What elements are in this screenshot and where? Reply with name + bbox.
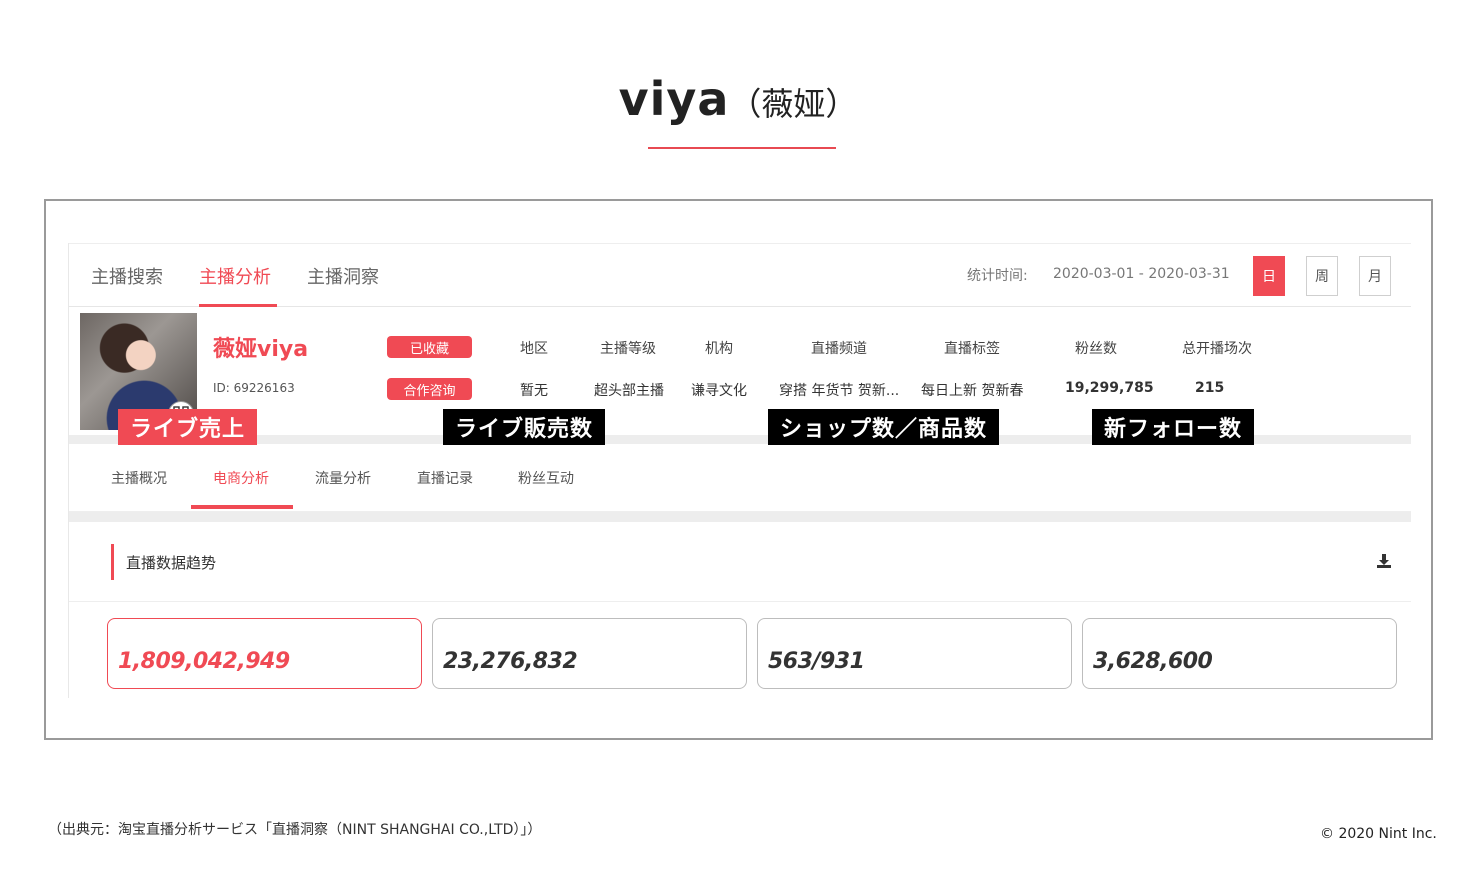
title-underline — [648, 147, 836, 149]
metric-card-live-sales[interactable]: 1,809,042,949 — [107, 618, 422, 689]
slide-title: viya（薇娅） — [0, 72, 1476, 126]
metric-card-live-units[interactable]: 23,276,832 — [432, 618, 747, 689]
tab-anchor-analysis[interactable]: 主播分析 — [199, 263, 271, 289]
live-tags-value: 每日上新 贺新春 — [921, 383, 1024, 399]
slide-title-main: viya — [618, 72, 730, 126]
favorited-button[interactable]: 已收藏 — [387, 336, 472, 358]
live-channel-value: 穿搭 年货节 贺新... — [779, 383, 900, 399]
live-channel-header: 直播频道 — [811, 341, 867, 357]
slide-title-sub: （薇娅） — [729, 85, 858, 123]
agency-header: 机构 — [705, 341, 733, 357]
fans-header: 粉丝数 — [1075, 341, 1117, 357]
metric-value-live-sales: 1,809,042,949 — [118, 649, 290, 674]
period-day-button[interactable]: 日 — [1253, 256, 1285, 296]
stat-time-label: 统计时间: — [967, 268, 1028, 284]
region-value: 暂无 — [520, 383, 548, 399]
top-navigation: 主播搜索 主播分析 主播洞察 统计时间: 2020-03-01 - 2020-0… — [69, 243, 1411, 307]
subtab-live-records[interactable]: 直播记录 — [417, 468, 473, 488]
screenshot-frame: 主播搜索 主播分析 主播洞察 统计时间: 2020-03-01 - 2020-0… — [44, 199, 1433, 740]
period-month-button[interactable]: 月 — [1359, 256, 1391, 296]
subtab-ecommerce[interactable]: 电商分析 — [213, 468, 269, 488]
fans-value: 19,299,785 — [1065, 380, 1154, 396]
metric-card-shops-products[interactable]: 563/931 — [757, 618, 1072, 689]
region-header: 地区 — [520, 341, 548, 357]
subtab-fan-interaction[interactable]: 粉丝互动 — [518, 468, 574, 488]
section-header: 直播数据趋势 — [69, 522, 1411, 602]
section-accent-bar — [111, 544, 114, 580]
app-window: 主播搜索 主播分析 主播洞察 统计时间: 2020-03-01 - 2020-0… — [68, 243, 1411, 698]
subtab-traffic[interactable]: 流量分析 — [315, 468, 371, 488]
label-live-units: ライブ販売数 — [443, 409, 606, 445]
source-footnote: （出典元：淘宝直播分析サービス「直播洞察（NINT SHANGHAI CO.,L… — [48, 822, 542, 838]
tab-anchor-search[interactable]: 主播搜索 — [91, 263, 163, 289]
agency-value: 谦寻文化 — [691, 383, 747, 399]
active-subtab-indicator — [191, 505, 293, 509]
anchor-id: ID: 69226163 — [213, 381, 295, 395]
period-week-button[interactable]: 周 — [1306, 256, 1338, 296]
tab-anchor-insight[interactable]: 主播洞察 — [307, 263, 379, 289]
label-shops-products: ショップ数／商品数 — [768, 409, 1000, 445]
total-sessions-value: 215 — [1195, 380, 1225, 396]
stat-date-range[interactable]: 2020-03-01 - 2020-03-31 — [1053, 266, 1230, 282]
copyright: © 2020 Nint Inc. — [1320, 826, 1437, 842]
divider-band-2 — [69, 512, 1411, 522]
anchor-level-value: 超头部主播 — [594, 383, 664, 399]
subtab-overview[interactable]: 主播概况 — [111, 468, 167, 488]
download-icon[interactable] — [1375, 552, 1393, 570]
metric-card-new-follows[interactable]: 3,628,600 — [1082, 618, 1397, 689]
anchor-level-header: 主播等级 — [600, 341, 656, 357]
label-live-sales: ライブ売上 — [118, 409, 258, 445]
cooperation-consult-button[interactable]: 合作咨询 — [387, 378, 472, 400]
metric-value-new-follows: 3,628,600 — [1093, 649, 1213, 674]
live-tags-header: 直播标签 — [944, 341, 1000, 357]
metric-value-shops-products: 563/931 — [768, 649, 865, 674]
anchor-name: 薇娅viya — [213, 337, 309, 362]
metric-value-live-units: 23,276,832 — [443, 649, 578, 674]
total-sessions-header: 总开播场次 — [1182, 341, 1252, 357]
sub-navigation: 主播概况 电商分析 流量分析 直播记录 粉丝互动 — [69, 444, 1411, 512]
section-title: 直播数据趋势 — [126, 554, 217, 572]
label-new-follows: 新フォロー数 — [1092, 409, 1255, 445]
active-tab-indicator — [199, 304, 277, 307]
